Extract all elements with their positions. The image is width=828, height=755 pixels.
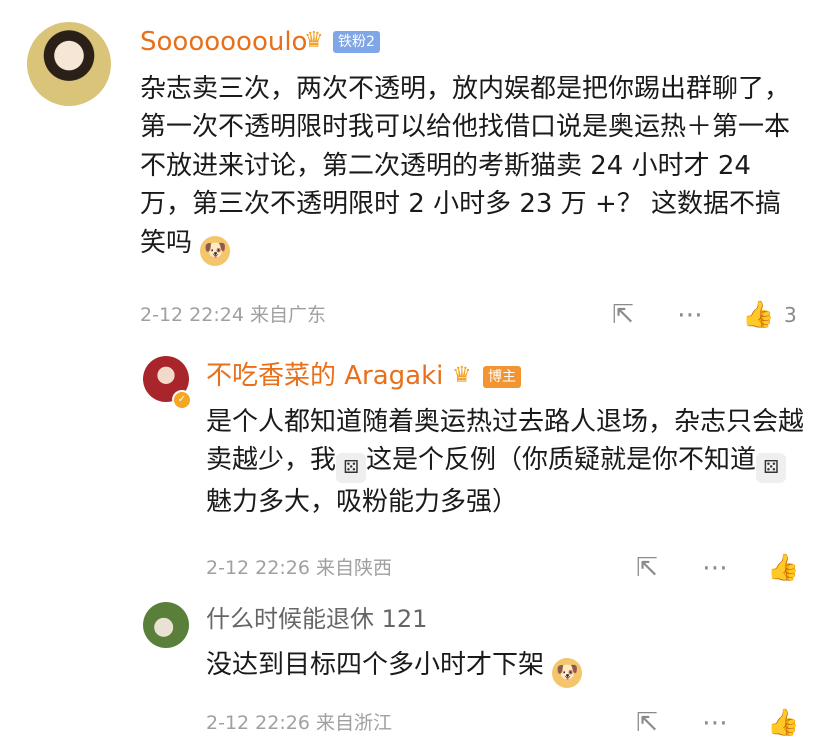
reply-text-part-2: 这是个反例（你质疑就是你不知道: [366, 445, 757, 476]
reply-text: 是个人都知道随着奥运热过去路人退场，杂志只会越卖越少，我 ⚄ 这是个反例（你质疑就是…: [206, 403, 804, 522]
fan-badge[interactable]: 铁粉2: [333, 31, 380, 53]
thumbs-up-icon[interactable]: 👍: [742, 301, 774, 329]
comment-icon[interactable]: ⋯: [700, 709, 730, 737]
author-badge[interactable]: 博主: [483, 366, 521, 388]
reply-text-part-3: 魅力多大，吸粉能力多强）: [206, 487, 519, 518]
timestamp: 2-12 22:26: [206, 557, 310, 579]
username[interactable]: Soooooooulo: [140, 27, 307, 57]
timestamp: 2-12 22:24: [140, 304, 244, 326]
username[interactable]: 什么时候能退休 121: [206, 604, 427, 634]
location: 来自陕西: [315, 557, 392, 579]
doge-emoji-icon: 🐶: [200, 235, 231, 266]
thumbs-up-icon[interactable]: 👍: [767, 554, 799, 582]
comment-icon[interactable]: ⋯: [700, 554, 730, 582]
avatar[interactable]: [143, 602, 189, 648]
doge-emoji-icon: 🐶: [552, 658, 583, 688]
timestamp: 2-12 22:26: [206, 712, 310, 734]
share-icon[interactable]: ⇱: [632, 554, 662, 582]
reply-text: 没达到目标四个多小时才下架 🐶: [206, 646, 804, 688]
comment-meta: 2-12 22:26 来自浙江: [206, 711, 392, 735]
dice-emoji-icon: ⚄: [336, 453, 367, 484]
share-icon[interactable]: ⇱: [608, 301, 638, 329]
share-icon[interactable]: ⇱: [632, 709, 662, 737]
like-count: 3: [784, 303, 797, 327]
comment-text: 杂志卖三次，两次不透明，放内娱都是把你踢出群聊了，第一次不透明限时我可以给他找借…: [140, 70, 790, 266]
comment-meta: 2-12 22:24 来自广东: [140, 303, 326, 327]
crown-icon: ♛: [304, 28, 324, 53]
location: 来自广东: [249, 304, 326, 326]
avatar[interactable]: [27, 22, 111, 106]
username[interactable]: 不吃香菜的 Aragaki: [206, 361, 443, 391]
location: 来自浙江: [315, 712, 392, 734]
comment-meta: 2-12 22:26 来自陕西: [206, 556, 392, 580]
thumbs-up-icon[interactable]: 👍: [767, 709, 799, 737]
reply-text-content: 没达到目标四个多小时才下架: [206, 650, 545, 680]
dice-emoji-icon: ⚄: [756, 453, 787, 484]
comment-text-content: 杂志卖三次，两次不透明，放内娱都是把你踢出群聊了，第一次不透明限时我可以给他找借…: [140, 74, 791, 258]
crown-icon: ♛: [452, 363, 472, 388]
verified-icon: ✓: [172, 390, 192, 410]
comment-icon[interactable]: ⋯: [675, 301, 705, 329]
